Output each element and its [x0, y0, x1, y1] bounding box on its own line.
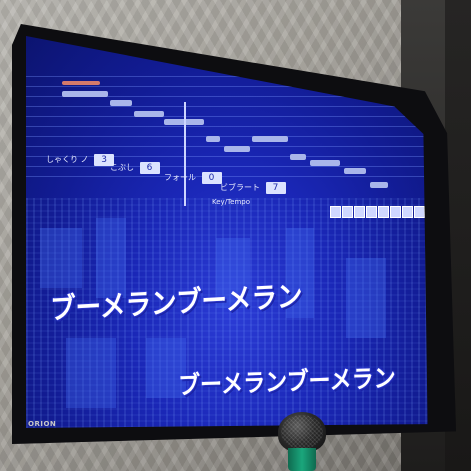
param-label: しゃくり ノ — [46, 155, 89, 164]
pitch-bar-red — [62, 81, 100, 85]
param-shakuri: しゃくり ノ 3 — [46, 154, 115, 166]
param-value: 7 — [265, 182, 286, 194]
pitch-bar — [290, 154, 306, 160]
param-value: 6 — [139, 162, 160, 174]
pitch-bar — [62, 91, 108, 97]
microphone — [275, 412, 329, 471]
key-cell — [366, 206, 377, 218]
building-shape — [40, 228, 82, 288]
pitch-bar — [134, 111, 164, 117]
key-cell — [414, 206, 425, 218]
key-cell — [330, 206, 341, 218]
param-vibrato: ビブラート 7 — [220, 182, 286, 194]
key-cell — [342, 206, 353, 218]
param-label: ビブラート — [220, 183, 260, 192]
key-cell — [402, 206, 413, 218]
param-label: こぶし — [110, 163, 134, 172]
key-indicator-row — [330, 206, 425, 218]
pitch-bar — [110, 100, 132, 106]
key-tempo-label: Key/Tempo — [212, 198, 250, 206]
param-value: 0 — [201, 172, 222, 184]
pitch-bar — [370, 182, 388, 188]
key-cell — [378, 206, 389, 218]
pitch-bar — [310, 160, 340, 166]
tv-brand-logo: ORION — [28, 420, 57, 428]
param-label: フォール — [164, 173, 196, 182]
pitch-bar — [206, 136, 220, 142]
pitch-bar — [344, 168, 366, 174]
microphone-handle — [288, 448, 316, 471]
param-fall: フォール 0 — [164, 172, 222, 184]
key-cell — [354, 206, 365, 218]
pitch-cursor-line — [184, 102, 186, 206]
key-cell — [390, 206, 401, 218]
building-shape — [346, 258, 386, 338]
param-kobushi: こぶし 6 — [110, 162, 160, 174]
pitch-bar — [252, 136, 288, 142]
lyric-line-2: ブーメランブーメラン — [178, 363, 396, 400]
pitch-bar — [224, 146, 250, 152]
building-shape — [66, 338, 116, 408]
microphone-grille — [278, 412, 326, 452]
